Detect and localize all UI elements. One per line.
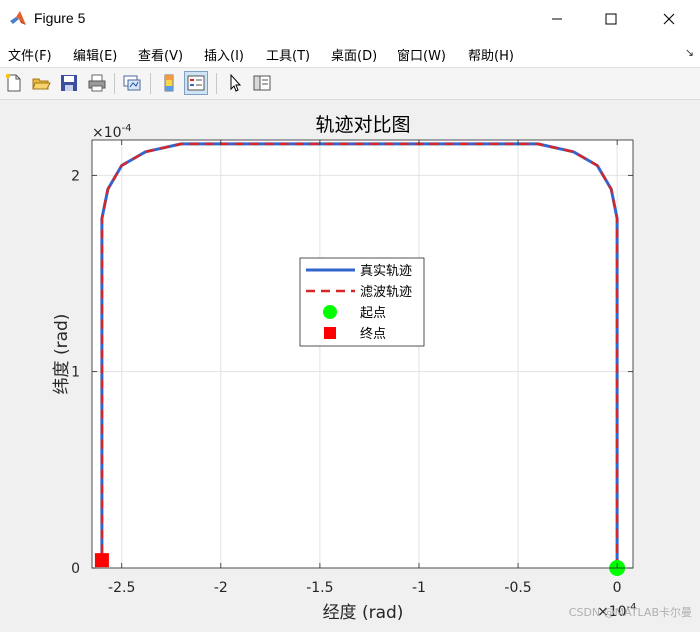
x-tick-label: 0 — [613, 580, 622, 596]
watermark-text: CSDN @MATLAB卡尔曼 — [568, 606, 692, 619]
pointer-button[interactable] — [223, 71, 247, 95]
chart-title: 轨迹对比图 — [315, 114, 410, 136]
close-button[interactable] — [646, 0, 692, 38]
legend-icon — [187, 75, 205, 91]
x-tick-label: -1.5 — [306, 580, 333, 596]
matlab-logo-icon — [10, 11, 26, 25]
menu-view[interactable]: 查看(V) — [138, 45, 183, 64]
maximize-button[interactable] — [588, 0, 634, 38]
x-tick-label: -1 — [412, 580, 426, 596]
legend-button[interactable] — [184, 71, 208, 95]
figure-canvas: -2.5 -2 -1.5 -1 -0.5 0 0 1 2 轨迹对比图 经度 (rad) 纬度 (… — [0, 100, 700, 628]
save-icon — [61, 75, 77, 91]
y-tick-label: 1 — [71, 365, 80, 381]
minimize-button[interactable] — [534, 0, 580, 38]
menu-help[interactable]: 帮助(H) — [468, 45, 514, 64]
x-tick-label: -0.5 — [504, 580, 531, 596]
window-titlebar: Figure 5 — [0, 0, 700, 38]
toolbar-separator — [216, 73, 217, 94]
legend-label: 终点 — [360, 326, 386, 342]
y-tick-label: 2 — [71, 168, 80, 184]
colorbar-icon — [164, 74, 174, 92]
figure-toolbar — [0, 68, 700, 100]
legend-label: 起点 — [360, 306, 386, 321]
colorbar-button[interactable] — [157, 71, 181, 95]
maximize-icon — [605, 13, 617, 25]
open-file-button[interactable] — [29, 71, 53, 95]
link-plot-button[interactable] — [120, 71, 144, 95]
menu-file[interactable]: 文件(F) — [8, 45, 52, 64]
save-button[interactable] — [57, 71, 81, 95]
new-figure-icon — [5, 73, 21, 92]
print-icon — [88, 74, 106, 92]
legend-box[interactable]: 真实轨迹滤波轨迹起点终点 — [299, 257, 425, 347]
plot-background — [92, 140, 633, 568]
pointer-icon — [230, 73, 242, 92]
end-point-marker — [94, 553, 109, 568]
dock-arrow-icon[interactable]: ↘ — [685, 46, 694, 59]
legend-swatch — [324, 327, 336, 339]
legend-label: 真实轨迹 — [360, 264, 412, 279]
menu-edit[interactable]: 编辑(E) — [73, 45, 117, 64]
print-button[interactable] — [85, 71, 109, 95]
link-plot-icon — [123, 75, 141, 91]
window-title: Figure 5 — [34, 10, 86, 26]
close-icon — [663, 13, 675, 25]
legend-swatch — [323, 305, 337, 319]
x-tick-label: -2 — [214, 580, 228, 596]
menu-desktop[interactable]: 桌面(D) — [331, 45, 377, 64]
toolbar-separator — [114, 73, 115, 94]
x-axis-label: 经度 (rad) — [323, 603, 404, 623]
trajectory-chart[interactable]: -2.5 -2 -1.5 -1 -0.5 0 0 1 2 轨迹对比图 经度 (rad) 纬度 (… — [0, 100, 700, 628]
menu-insert[interactable]: 插入(I) — [204, 45, 244, 64]
y-axis-label: 纬度 (rad) — [52, 314, 72, 395]
menu-tools[interactable]: 工具(T) — [266, 45, 310, 64]
new-figure-button[interactable] — [2, 71, 26, 95]
x-tick-label: -2.5 — [108, 580, 135, 596]
open-file-icon — [32, 78, 51, 90]
menu-bar: 文件(F) 编辑(E) 查看(V) 插入(I) 工具(T) 桌面(D) 窗口(W… — [0, 38, 700, 68]
minimize-icon — [552, 18, 562, 20]
property-inspector-button[interactable] — [250, 71, 274, 95]
legend-label: 滤波轨迹 — [360, 285, 412, 300]
menu-window[interactable]: 窗口(W) — [397, 45, 446, 64]
property-inspector-icon — [253, 75, 271, 91]
y-tick-label: 0 — [71, 561, 80, 577]
toolbar-separator — [150, 73, 151, 94]
y-exponent-label: ×10-4 — [92, 123, 132, 141]
